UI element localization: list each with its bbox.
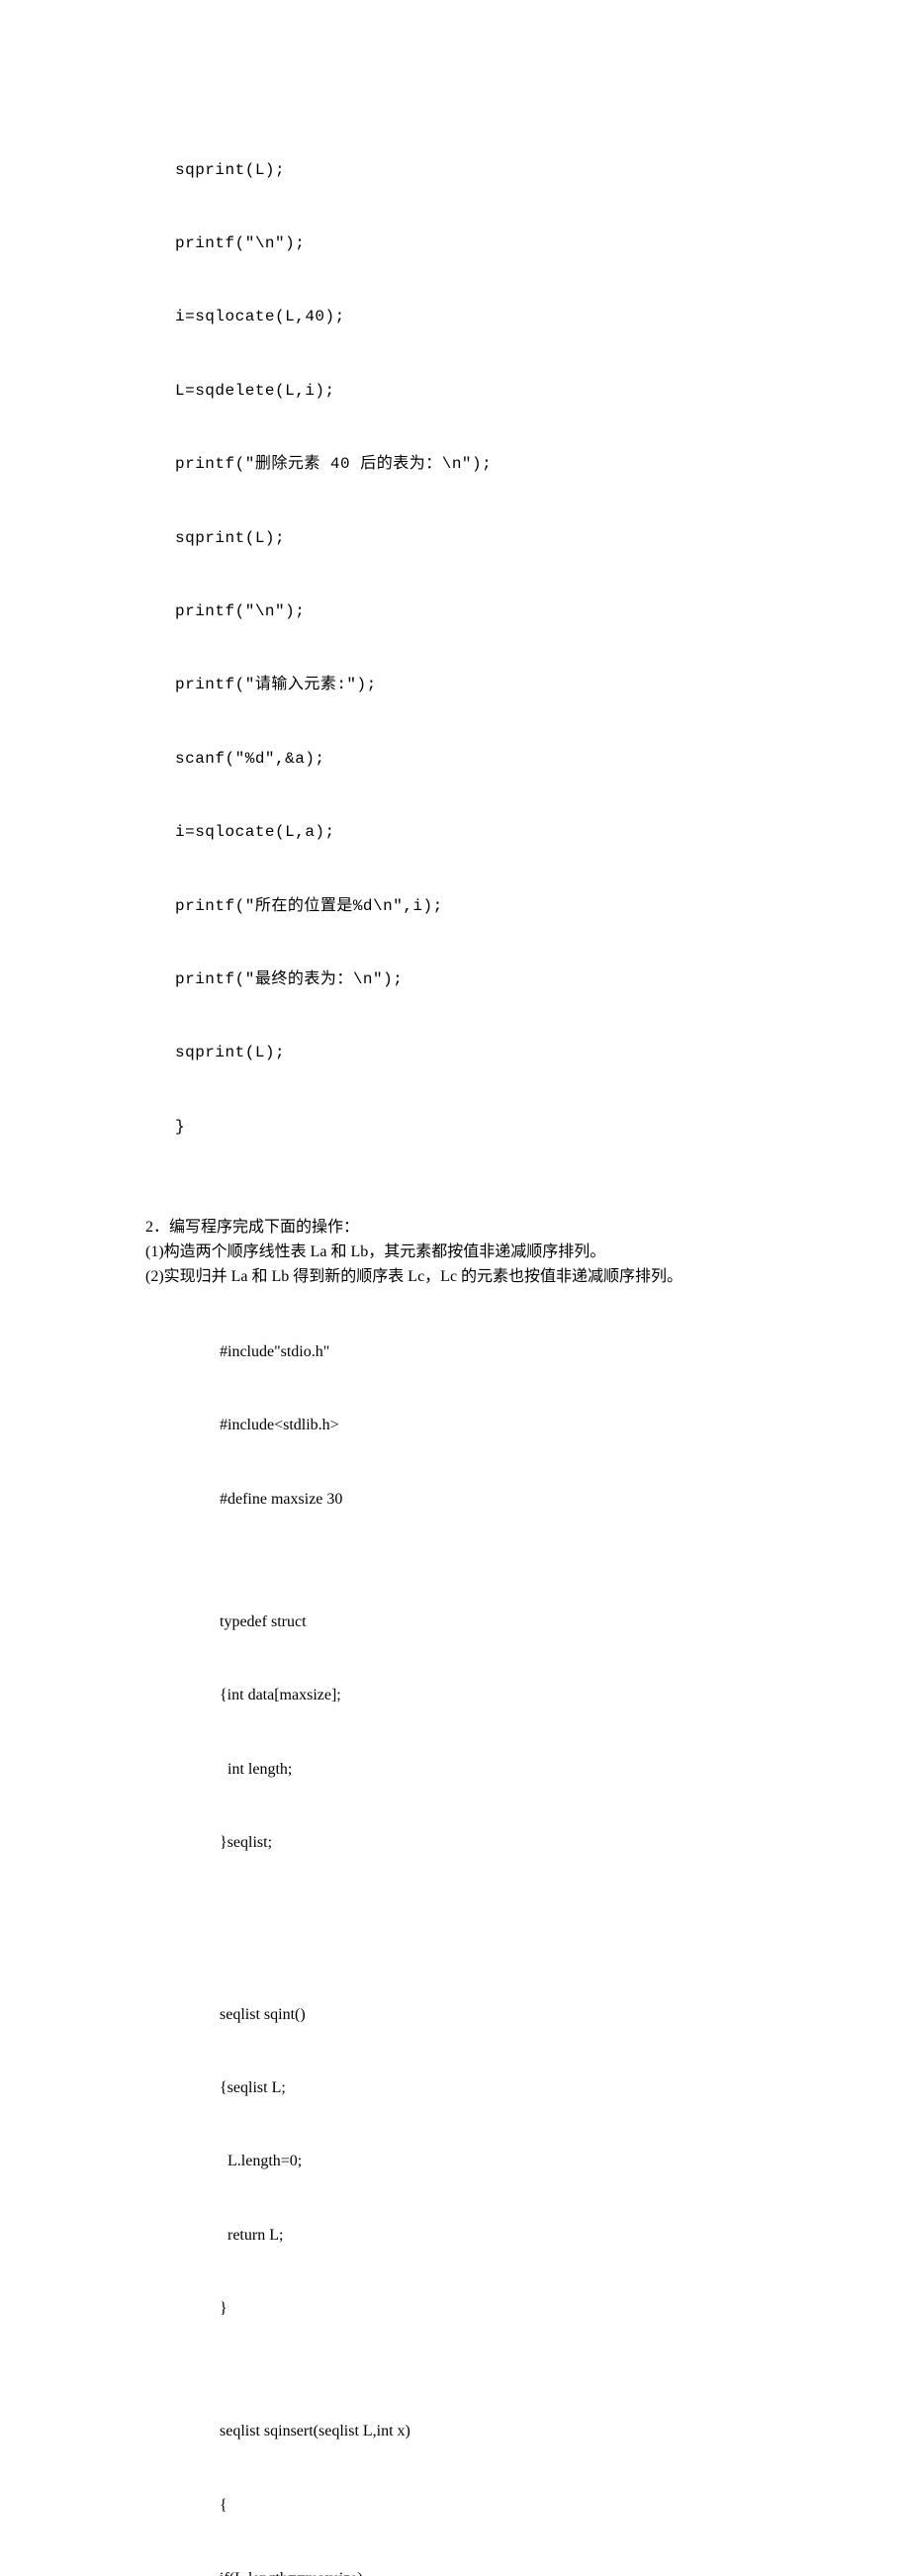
code-line: typedef struct <box>220 1610 910 1635</box>
code-line: {seqlist L; <box>220 2076 910 2101</box>
code-block-1: sqprint(L); printf("\n"); i=sqlocate(L,4… <box>175 109 910 1188</box>
code-line: #define maxsize 30 <box>220 1488 910 1513</box>
code-line: int length; <box>220 1758 910 1783</box>
code-line: }seqlist; <box>220 1831 910 1856</box>
code-line: L.length=0; <box>220 2150 910 2174</box>
code-line: {int data[maxsize]; <box>220 1684 910 1708</box>
code-line: sqprint(L); <box>175 526 910 551</box>
code-line: sqprint(L); <box>175 158 910 183</box>
problem-sub-1: (1)构造两个顺序线性表 La 和 Lb，其元素都按值非递减顺序排列。 <box>145 1241 910 1265</box>
code-line: printf("所在的位置是%d\n",i); <box>175 894 910 919</box>
code-line: if(L.length==maxsize) <box>220 2567 910 2576</box>
problem-sub-2: (2)实现归并 La 和 Lb 得到新的顺序表 Lc，Lc 的元素也按值非递减顺… <box>145 1265 910 1290</box>
code-line: printf("\n"); <box>175 231 910 256</box>
code-line: i=sqlocate(L,40); <box>175 305 910 329</box>
code-line: #include<stdlib.h> <box>220 1414 910 1438</box>
code-line: return L; <box>220 2224 910 2249</box>
code-block-2: #include"stdio.h" #include<stdlib.h> #de… <box>220 1291 910 2576</box>
code-line: printf("\n"); <box>175 599 910 624</box>
code-line: printf("最终的表为：\n"); <box>175 967 910 992</box>
code-line: seqlist sqinsert(seqlist L,int x) <box>220 2420 910 2444</box>
code-line: i=sqlocate(L,a); <box>175 820 910 845</box>
problem-section: 2．编写程序完成下面的操作： (1)构造两个顺序线性表 La 和 Lb，其元素都… <box>145 1216 910 1289</box>
code-line: L=sqdelete(L,i); <box>175 379 910 404</box>
code-line: scanf("%d",&a); <box>175 747 910 772</box>
code-line: seqlist sqint() <box>220 2003 910 2028</box>
code-line: } <box>175 1115 910 1140</box>
code-line: #include"stdio.h" <box>220 1340 910 1365</box>
code-line: printf("请输入元素:"); <box>175 673 910 697</box>
code-line: printf("删除元素 40 后的表为：\n"); <box>175 452 910 477</box>
problem-heading: 2．编写程序完成下面的操作： <box>145 1216 910 1241</box>
code-line: sqprint(L); <box>175 1041 910 1065</box>
page-container: sqprint(L); printf("\n"); i=sqlocate(L,4… <box>0 0 910 2576</box>
code-line: { <box>220 2494 910 2519</box>
code-line: } <box>220 2297 910 2322</box>
